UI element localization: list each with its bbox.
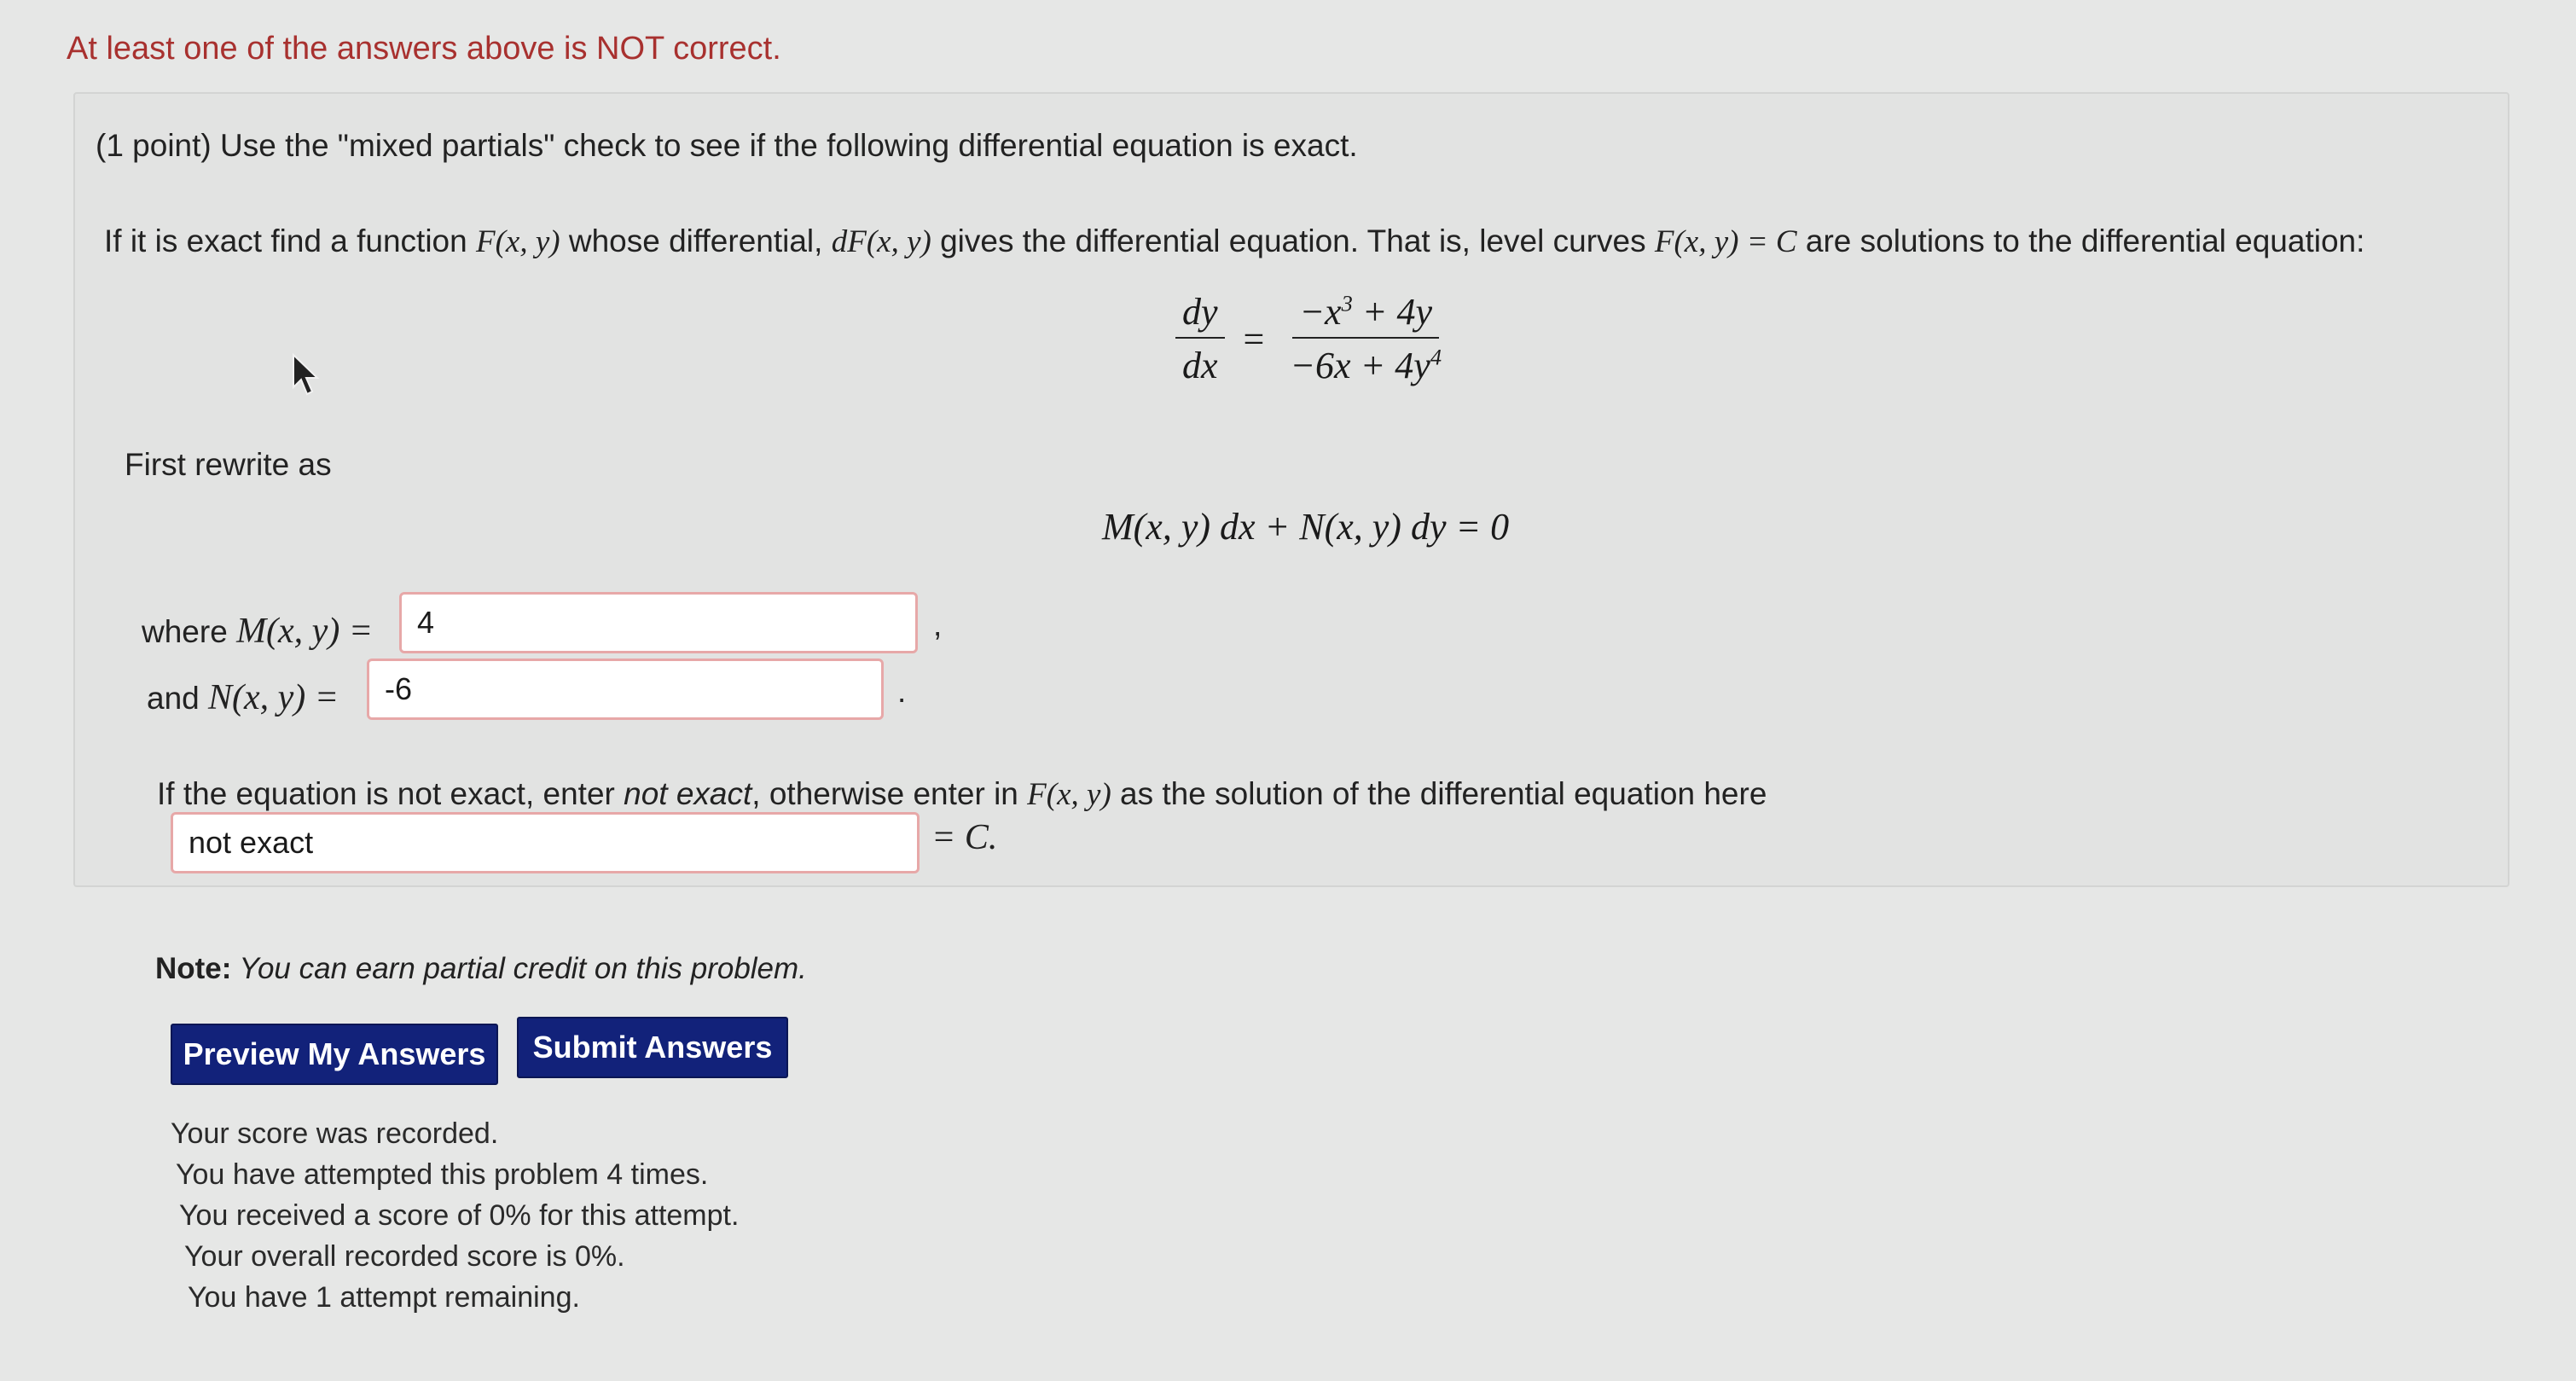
lhs-numerator: dy (1175, 290, 1225, 339)
m-label-text: where (142, 614, 237, 649)
exact-prompt-em: not exact (624, 776, 752, 811)
differential-equation: dy dx = −x3 + 4y −6x + 4y4 (1175, 290, 1448, 387)
exact-prompt: If the equation is not exact, enter not … (157, 776, 1767, 813)
n-label: and N(x, y) = (147, 677, 339, 718)
submit-answers-button[interactable]: Submit Answers (517, 1017, 788, 1078)
solution-suffix: = C. (931, 818, 998, 857)
instruction-mid1: whose differential, (560, 223, 832, 258)
rhs-den-exp: 4 (1430, 344, 1442, 370)
rhs-denominator: −6x + 4y4 (1283, 339, 1448, 387)
exact-prompt-F: F(x, y) (1027, 777, 1111, 812)
m-trailing-comma: , (933, 607, 943, 642)
instruction-level-curve: F(x, y) = C (1654, 224, 1797, 259)
rhs-numerator: −x3 + 4y (1292, 290, 1440, 339)
exact-prompt-mid: , otherwise enter in (751, 776, 1028, 811)
status-line-5: You have 1 attempt remaining. (188, 1281, 580, 1314)
instruction-post: are solutions to the differential equati… (1796, 223, 2365, 258)
solution-input[interactable]: not exact (171, 812, 920, 873)
status-line-1: Your score was recorded. (171, 1117, 499, 1150)
rhs-den-a: −6x + 4y (1290, 345, 1430, 386)
n-label-text: and (147, 681, 209, 716)
status-line-3: You received a score of 0% for this atte… (179, 1199, 740, 1232)
n-label-math: N(x, y) = (208, 678, 339, 717)
rhs-num-b: + 4y (1352, 291, 1433, 333)
exact-prompt-post: as the solution of the differential equa… (1111, 776, 1767, 811)
rhs-num-exp: 3 (1341, 290, 1353, 316)
preview-answers-button[interactable]: Preview My Answers (171, 1024, 498, 1085)
mouse-pointer-icon (293, 353, 320, 396)
status-line-4: Your overall recorded score is 0%. (184, 1240, 625, 1273)
note-text: You can earn partial credit on this prob… (231, 952, 807, 985)
status-line-2: You have attempted this problem 4 times. (176, 1158, 709, 1191)
instruction-pre: If it is exact find a function (104, 223, 476, 258)
rhs-fraction: −x3 + 4y −6x + 4y4 (1283, 290, 1448, 387)
n-trailing-period: . (897, 674, 907, 709)
instruction-F: F(x, y) (476, 224, 560, 259)
note-label: Note: (155, 952, 232, 985)
lhs-denominator: dx (1182, 345, 1218, 386)
warning-message: At least one of the answers above is NOT… (67, 31, 781, 67)
instruction-mid2: gives the differential equation. That is… (931, 223, 1655, 258)
problem-instruction: If it is exact find a function F(x, y) w… (104, 223, 2364, 260)
lhs-fraction: dy dx (1175, 290, 1225, 387)
m-label-math: M(x, y) = (236, 612, 374, 651)
partial-credit-note: Note: You can earn partial credit on thi… (155, 952, 807, 986)
equals-sign: = (1243, 317, 1265, 360)
rhs-num-a: −x (1299, 291, 1342, 333)
instruction-dF: dF(x, y) (831, 224, 931, 259)
problem-intro: (1 point) Use the "mixed partials" check… (96, 128, 1358, 163)
n-input[interactable]: -6 (367, 659, 884, 720)
m-input[interactable]: 4 (399, 592, 918, 653)
rewrite-equation: M(x, y) dx + N(x, y) dy = 0 (1102, 506, 1510, 548)
exact-prompt-pre: If the equation is not exact, enter (157, 776, 624, 811)
first-rewrite-label: First rewrite as (125, 447, 332, 482)
m-label: where M(x, y) = (142, 611, 373, 652)
problem-box (73, 92, 2509, 887)
